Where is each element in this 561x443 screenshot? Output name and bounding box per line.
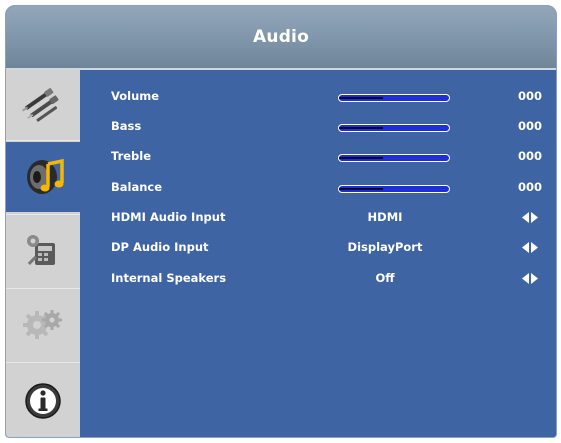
left-right-arrows-icon[interactable] [522,242,538,253]
treble-row[interactable]: Treble 000 [80,142,556,172]
sidebar-item-advanced[interactable] [6,290,80,360]
balance-label: Balance [111,180,163,194]
gears-icon [23,310,62,339]
hdmi-audio-input-value: HDMI [367,210,403,224]
hdmi-audio-input-row[interactable]: HDMI Audio Input HDMI [80,203,556,233]
balance-slider[interactable] [338,185,450,193]
bass-row[interactable]: Bass 000 [80,112,556,142]
title-bar: Audio [6,6,556,70]
dp-audio-input-value: DisplayPort [347,240,423,254]
balance-value: 000 [517,180,542,194]
audio-music-icon [27,158,64,194]
hdmi-audio-input-label: HDMI Audio Input [111,210,226,224]
settings-tools-icon [27,235,55,265]
sidebar-item-setup[interactable] [6,216,80,286]
volume-value: 000 [517,89,542,103]
bass-slider-fill [339,127,383,129]
sidebar-item-audio[interactable] [6,142,84,212]
sidebar-item-input[interactable] [6,70,80,140]
osd-menu-window: Audio Volume 000 Bass 000 Treble 000 Bal… [5,5,557,438]
dp-audio-input-row[interactable]: DP Audio Input DisplayPort [80,233,556,263]
volume-slider[interactable] [338,94,450,102]
volume-row[interactable]: Volume 000 [80,82,556,112]
left-right-arrows-icon[interactable] [522,212,538,223]
info-icon [25,383,61,419]
treble-slider-fill [339,157,383,159]
bass-label: Bass [111,119,142,133]
bass-value: 000 [517,119,542,133]
dp-audio-input-label: DP Audio Input [111,240,209,254]
internal-speakers-value: Off [375,271,395,285]
treble-label: Treble [111,149,152,163]
treble-slider[interactable] [338,154,450,162]
category-sidebar [6,70,84,437]
balance-row[interactable]: Balance 000 [80,173,556,203]
input-cables-icon [22,88,59,122]
internal-speakers-label: Internal Speakers [111,271,227,285]
audio-settings-panel: Volume 000 Bass 000 Treble 000 Balance 0… [80,70,556,437]
volume-slider-fill [339,97,383,99]
balance-slider-fill [339,188,383,190]
volume-label: Volume [111,89,160,103]
internal-speakers-row[interactable]: Internal Speakers Off [80,264,556,294]
left-right-arrows-icon[interactable] [522,273,538,284]
bass-slider[interactable] [338,124,450,132]
treble-value: 000 [517,149,542,163]
menu-title: Audio [253,27,309,47]
sidebar-item-info[interactable] [6,366,80,436]
